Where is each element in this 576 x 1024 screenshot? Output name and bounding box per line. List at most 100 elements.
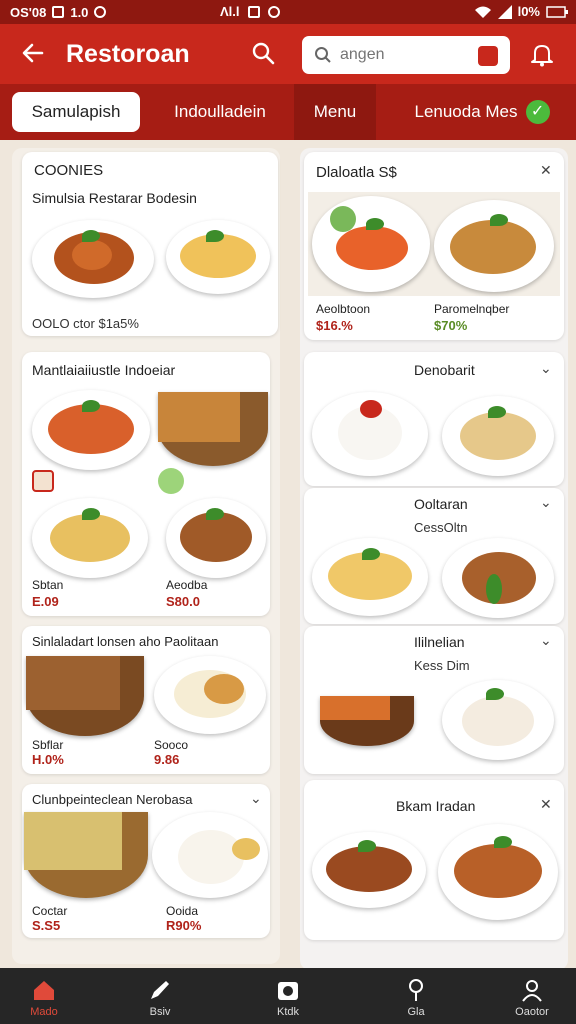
menu-card[interactable]: Denobarit ⌄	[304, 352, 564, 486]
card-title: Ililnelian	[414, 634, 465, 650]
menu-card[interactable]: Ililnelian Kess Dim ⌄	[304, 626, 564, 774]
tab-indoulladein[interactable]: Indoulladein	[150, 84, 290, 140]
card-title: Clunbpeinteclean Nerobasa	[32, 792, 193, 807]
verified-check-icon: ✓	[525, 100, 550, 124]
wifi-icon	[474, 6, 491, 18]
app-bar: Restoroan	[0, 24, 576, 84]
search-input-icon	[315, 47, 331, 63]
home-icon	[34, 981, 54, 1000]
tab-samulapish[interactable]: Samulapish	[12, 92, 140, 132]
menu-card[interactable]: Dlaloatla S$ ✕ Aeolbtoon $16.% Paromelnq…	[304, 152, 564, 340]
search-icon[interactable]	[250, 40, 276, 66]
dish-image	[32, 390, 150, 470]
chevron-down-icon[interactable]: ⌄	[540, 494, 552, 511]
item-name: Aeodba	[166, 578, 208, 592]
signal-icon	[497, 4, 512, 19]
bottom-navigation: Mado Bsiv Ktdk Gla Oaotor	[0, 968, 576, 1024]
card-title: Ooltaran	[414, 496, 468, 512]
notification-icon	[52, 6, 65, 18]
menu-card[interactable]: COONIES Simulsia Restarar Bodesin OOLO c…	[22, 152, 278, 336]
dish-image	[32, 498, 148, 578]
nav-label: Mado	[30, 1006, 58, 1018]
battery-icon	[546, 5, 568, 18]
menu-card[interactable]: Clunbpeinteclean Nerobasa ⌄ Coctar S.S5 …	[22, 784, 270, 938]
dish-image	[438, 824, 558, 920]
menu-card[interactable]: Sinlaladart lonsen aho Paolitaan Sbflar …	[22, 626, 270, 774]
dish-image	[442, 396, 554, 476]
tab-label: Samulapish	[31, 102, 121, 121]
location-icon	[409, 979, 423, 1001]
back-arrow-icon[interactable]	[20, 40, 48, 68]
chevron-down-icon[interactable]: ⌄	[250, 790, 262, 807]
category-tabs: Samulapish Indoulladein Menu Lenuoda Mes…	[0, 84, 576, 140]
card-subtitle: Kess Dim	[414, 658, 470, 673]
dish-image	[166, 498, 266, 578]
card-header: COONIES	[34, 162, 104, 179]
dish-image	[158, 392, 268, 466]
tab-lenuoda-mes[interactable]: Lenuoda Mes ✓	[392, 84, 572, 140]
search-input[interactable]	[340, 46, 470, 64]
close-icon[interactable]: ✕	[540, 162, 552, 179]
status-time: OS'08	[10, 4, 47, 20]
nav-home[interactable]: Mado	[2, 968, 86, 1024]
item-price: R90%	[166, 918, 202, 933]
item-name: Aeolbtoon	[316, 302, 371, 316]
menu-card[interactable]: Mantlaiaiiustle Indoeiar Sbtan E.09 Aeod…	[22, 352, 270, 616]
card-title: Mantlaiaiiustle Indoeiar	[32, 362, 176, 378]
dish-image	[434, 200, 554, 292]
card-title: Dlaloatla S$	[316, 164, 397, 181]
item-price: H.0%	[32, 752, 64, 767]
tab-label: Lenuoda Mes	[414, 102, 518, 121]
item-price: S.S5	[32, 918, 61, 933]
tab-label: Indoulladein	[174, 102, 266, 121]
dish-image	[312, 392, 428, 476]
dish-image	[312, 196, 430, 292]
bell-icon[interactable]	[528, 40, 556, 68]
item-price: E.09	[32, 594, 59, 609]
shield-icon	[267, 5, 280, 18]
menu-card[interactable]: Ooltaran CessOltn ⌄	[304, 488, 564, 624]
chevron-down-icon[interactable]: ⌄	[540, 632, 552, 649]
card-title: Denobarit	[414, 362, 475, 378]
nav-label: Ktdk	[276, 1006, 299, 1018]
card-subtitle: CessOltn	[414, 520, 468, 535]
profile-icon	[522, 980, 542, 1002]
nav-label: Oaotor	[515, 1006, 549, 1018]
status-signal: Λl.l	[220, 4, 240, 19]
card-title: Simulsia Restarar Bodesin	[32, 190, 197, 206]
battery-percent: l0%	[517, 4, 540, 19]
veg-icon	[158, 468, 184, 494]
status-bar: OS'08 1.0 Λl.l l0%	[0, 0, 576, 24]
nav-gla[interactable]: Gla	[374, 968, 458, 1024]
pencil-icon	[151, 981, 169, 999]
dish-image	[26, 656, 144, 736]
menu-card[interactable]: Bkam Iradan ✕	[304, 780, 564, 940]
nav-ktdk[interactable]: Ktdk	[246, 968, 330, 1024]
nav-bsiv[interactable]: Bsiv	[118, 968, 202, 1024]
dish-image	[152, 812, 268, 898]
search-bar[interactable]	[302, 36, 510, 74]
card-title: Bkam Iradan	[396, 798, 476, 814]
item-price: $70%	[434, 318, 468, 333]
chevron-down-icon[interactable]: ⌄	[540, 360, 552, 377]
scan-icon[interactable]	[478, 46, 498, 66]
item-name: Sbflar	[32, 738, 64, 752]
dish-image	[166, 220, 270, 294]
dish-image	[154, 656, 266, 734]
item-price: 9.86	[154, 752, 180, 767]
close-icon[interactable]: ✕	[540, 796, 552, 813]
dish-image	[32, 220, 154, 298]
card-title: Sinlaladart lonsen aho Paolitaan	[32, 634, 219, 649]
dish-image	[312, 832, 426, 908]
item-name: Paromelnqber	[434, 302, 510, 316]
nav-label: Gla	[407, 1006, 425, 1018]
left-menu-panel: COONIES Simulsia Restarar Bodesin OOLO c…	[12, 148, 280, 964]
dish-image	[312, 538, 428, 616]
item-name: Sooco	[154, 738, 189, 752]
dish-image	[320, 696, 414, 746]
right-menu-panel: Dlaloatla S$ ✕ Aeolbtoon $16.% Paromelnq…	[300, 148, 568, 970]
tab-menu[interactable]: Menu	[294, 84, 376, 140]
item-price: $16.%	[316, 318, 353, 333]
nav-oaotor[interactable]: Oaotor	[490, 968, 574, 1024]
dish-image	[442, 538, 554, 618]
